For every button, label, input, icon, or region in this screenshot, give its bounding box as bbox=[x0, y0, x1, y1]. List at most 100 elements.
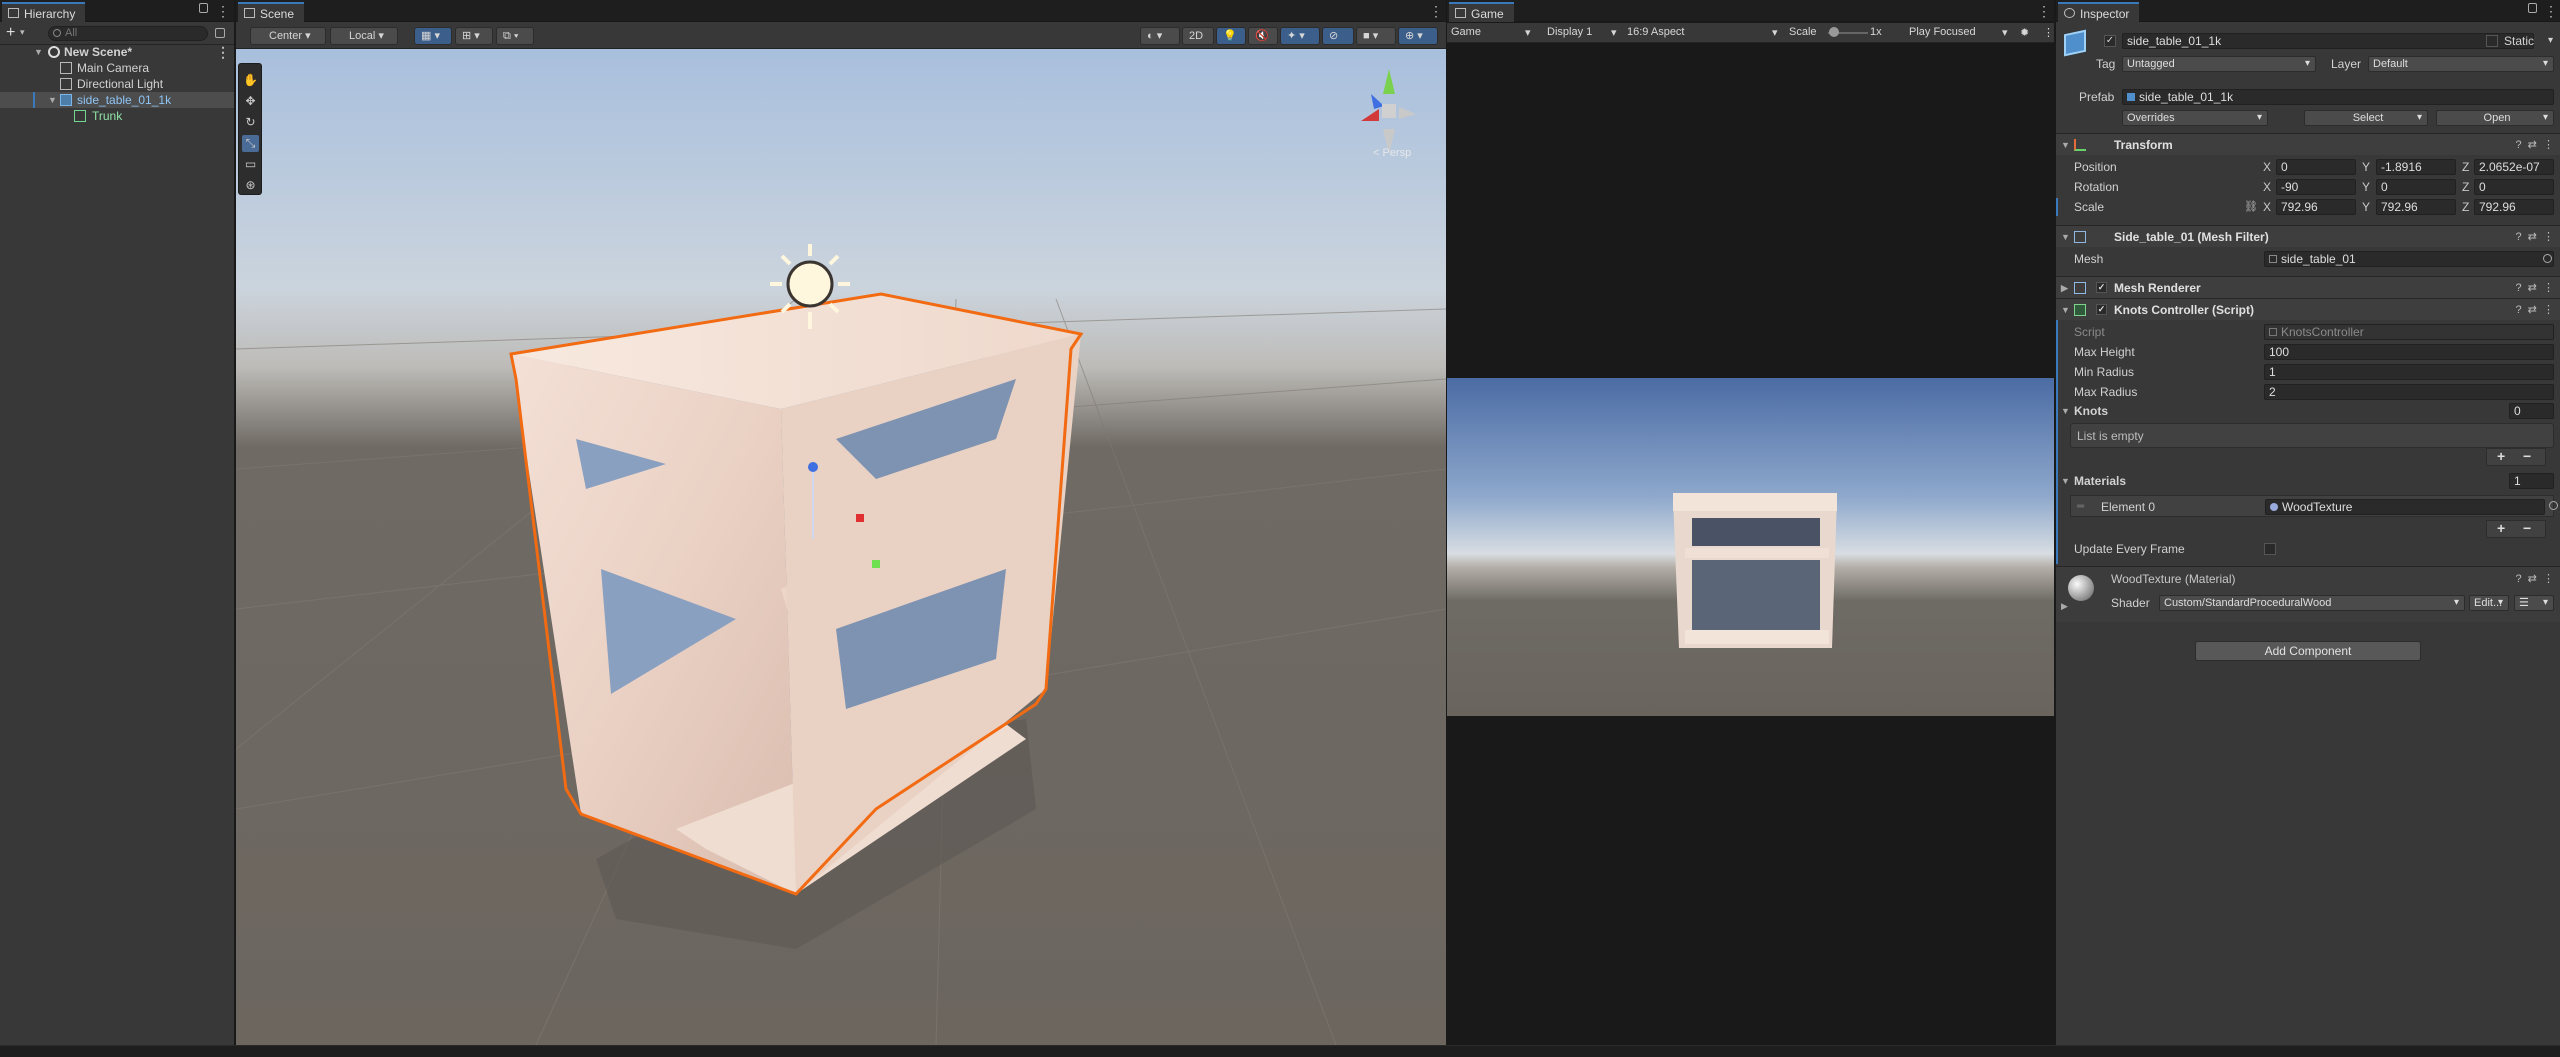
position-z-field[interactable]: 2.0652e-07 bbox=[2474, 159, 2554, 175]
align-button[interactable]: ⧉ ▾ bbox=[496, 27, 534, 45]
object-name-field[interactable]: side_table_01_1k bbox=[2122, 33, 2534, 49]
scale-y-field[interactable]: 792.96 bbox=[2376, 199, 2456, 215]
grid-snapping-button[interactable]: ▦ ▾ bbox=[414, 27, 452, 45]
hierarchy-item-side-table[interactable]: ▼ side_table_01_1k bbox=[0, 92, 234, 108]
position-y-field[interactable]: -1.8916 bbox=[2376, 159, 2456, 175]
mesh-renderer-enabled-checkbox[interactable]: ✓ bbox=[2096, 282, 2107, 293]
transform-tool-icon[interactable]: ⊛ bbox=[242, 177, 259, 194]
mesh-filter-header[interactable]: ▼ Side_table_01 (Mesh Filter) ? ⇄ ⋮ bbox=[2056, 225, 2560, 247]
scene-viewport[interactable]: ✋ ✥ ↻ ⤡ ▭ ⊛ < Persp bbox=[236, 49, 1446, 1045]
tab-hierarchy[interactable]: Hierarchy bbox=[2, 2, 86, 22]
foldout-arrow-icon[interactable]: ▼ bbox=[2061, 226, 2070, 248]
foldout-arrow-icon[interactable]: ▼ bbox=[2061, 134, 2070, 156]
more-menu-icon[interactable]: ⋮ bbox=[216, 3, 230, 20]
component-help-menu-icons[interactable]: ? ⇄ ⋮ bbox=[2515, 226, 2554, 248]
expand-arrow-icon[interactable]: ▼ bbox=[48, 92, 57, 108]
hidden-objects-toggle[interactable]: ⊘ bbox=[1322, 27, 1354, 45]
play-focused-dropdown[interactable]: Play Focused bbox=[1909, 26, 1976, 38]
knots-count-field[interactable]: 0 bbox=[2509, 403, 2554, 419]
more-menu-icon[interactable]: ⋮ bbox=[2037, 3, 2051, 20]
link-icon[interactable]: ⛓ bbox=[2244, 198, 2258, 216]
hierarchy-search-input[interactable]: All bbox=[48, 26, 208, 41]
toggle-2d-button[interactable]: 2D bbox=[1182, 27, 1214, 45]
scale-slider-thumb[interactable] bbox=[1829, 27, 1839, 37]
shader-edit-button[interactable]: Edit... bbox=[2469, 595, 2509, 611]
scale-z-field[interactable]: 792.96 bbox=[2474, 199, 2554, 215]
rotation-z-field[interactable]: 0 bbox=[2474, 179, 2554, 195]
game-view[interactable] bbox=[1447, 378, 2054, 716]
object-picker-icon[interactable] bbox=[2543, 254, 2552, 263]
lock-icon[interactable] bbox=[199, 3, 208, 13]
filter-icon[interactable] bbox=[215, 28, 225, 38]
move-tool-icon[interactable]: ✥ bbox=[242, 93, 259, 110]
active-checkbox[interactable]: ✓ bbox=[2104, 35, 2116, 47]
scale-x-field[interactable]: 792.96 bbox=[2276, 199, 2356, 215]
shader-dropdown[interactable]: Custom/StandardProceduralWood bbox=[2159, 595, 2465, 611]
knots-controller-enabled-checkbox[interactable]: ✓ bbox=[2096, 304, 2107, 315]
prefab-field[interactable]: side_table_01_1k bbox=[2122, 89, 2554, 105]
game-mode-dropdown[interactable]: Game bbox=[1451, 26, 1481, 38]
tab-inspector[interactable]: Inspector bbox=[2058, 2, 2140, 22]
scene-more-icon[interactable]: ⋮ bbox=[216, 44, 230, 60]
add-object-button[interactable]: + bbox=[6, 24, 15, 42]
materials-row[interactable]: ▼ Materials 1 bbox=[2056, 472, 2560, 490]
rotation-y-field[interactable]: 0 bbox=[2376, 179, 2456, 195]
effects-dropdown[interactable]: ✦ ▾ bbox=[1280, 27, 1320, 45]
hierarchy-item-scene[interactable]: ▼ New Scene* ⋮ bbox=[0, 44, 234, 60]
camera-dropdown[interactable]: ■ ▾ bbox=[1356, 27, 1396, 45]
update-every-frame-checkbox[interactable] bbox=[2264, 543, 2276, 555]
stats-icon[interactable]: ✹ bbox=[2020, 26, 2029, 39]
draw-mode-dropdown[interactable]: ◐ ▾ bbox=[1140, 27, 1180, 45]
hierarchy-item-main-camera[interactable]: Main Camera bbox=[0, 60, 234, 76]
more-menu-icon[interactable]: ⋮ bbox=[2544, 3, 2558, 20]
scale-tool-icon[interactable]: ⤡ bbox=[242, 135, 259, 152]
foldout-arrow-icon[interactable]: ▼ bbox=[2061, 472, 2070, 490]
tab-game[interactable]: Game bbox=[1449, 2, 1514, 22]
display-dropdown[interactable]: Display 1 bbox=[1547, 26, 1592, 38]
mesh-field[interactable]: side_table_01 bbox=[2264, 251, 2554, 267]
foldout-arrow-icon[interactable]: ▼ bbox=[2061, 299, 2070, 321]
foldout-arrow-icon[interactable]: ▶ bbox=[2061, 601, 2068, 612]
transform-header[interactable]: ▼ Transform ? ⇄ ⋮ bbox=[2056, 133, 2560, 155]
mesh-renderer-header[interactable]: ▶ ✓ Mesh Renderer ? ⇄ ⋮ bbox=[2056, 276, 2560, 298]
remove-knot-button[interactable]: − bbox=[2523, 448, 2531, 464]
component-help-menu-icons[interactable]: ? ⇄ ⋮ bbox=[2515, 277, 2554, 299]
add-knot-button[interactable]: + bbox=[2497, 448, 2505, 464]
knots-row[interactable]: ▼ Knots 0 bbox=[2056, 402, 2560, 420]
more-menu-icon[interactable]: ⋮ bbox=[1429, 3, 1443, 20]
rect-tool-icon[interactable]: ▭ bbox=[242, 156, 259, 173]
aspect-dropdown[interactable]: 16:9 Aspect bbox=[1627, 26, 1685, 38]
incremental-snap-button[interactable]: ⊞ ▾ bbox=[455, 27, 493, 45]
drag-handle-icon[interactable]: ═ bbox=[2077, 498, 2084, 516]
component-help-menu-icons[interactable]: ? ⇄ ⋮ bbox=[2515, 572, 2554, 585]
max-radius-field[interactable]: 2 bbox=[2264, 384, 2554, 400]
foldout-arrow-icon[interactable]: ▼ bbox=[2061, 402, 2070, 420]
hierarchy-item-trunk[interactable]: Trunk bbox=[0, 108, 234, 124]
audio-toggle[interactable]: 🔇 bbox=[1248, 27, 1278, 45]
object-picker-icon[interactable] bbox=[2549, 501, 2558, 510]
rotation-x-field[interactable]: -90 bbox=[2276, 179, 2356, 195]
orientation-gizmo[interactable] bbox=[1361, 69, 1416, 154]
tab-scene[interactable]: Scene bbox=[238, 2, 305, 22]
remove-material-button[interactable]: − bbox=[2523, 520, 2531, 536]
space-dropdown[interactable]: Local ▾ bbox=[330, 27, 398, 45]
hand-tool-icon[interactable]: ✋ bbox=[242, 72, 259, 89]
select-button[interactable]: Select bbox=[2304, 110, 2428, 126]
position-x-field[interactable]: 0 bbox=[2276, 159, 2356, 175]
tag-dropdown[interactable]: Untagged bbox=[2122, 56, 2316, 72]
foldout-arrow-icon[interactable]: ▶ bbox=[2061, 277, 2068, 299]
shader-menu-button[interactable]: ☰ bbox=[2514, 595, 2554, 611]
component-help-menu-icons[interactable]: ? ⇄ ⋮ bbox=[2515, 299, 2554, 321]
hierarchy-item-directional-light[interactable]: Directional Light bbox=[0, 76, 234, 92]
projection-label[interactable]: < Persp bbox=[1373, 147, 1411, 159]
open-button[interactable]: Open bbox=[2436, 110, 2554, 126]
more-options-icon[interactable]: ⋮ bbox=[2043, 26, 2054, 39]
static-checkbox[interactable] bbox=[2486, 35, 2498, 47]
lock-icon[interactable] bbox=[2528, 3, 2537, 13]
expand-arrow-icon[interactable]: ▼ bbox=[34, 44, 43, 60]
rotate-tool-icon[interactable]: ↻ bbox=[242, 114, 259, 131]
max-height-field[interactable]: 100 bbox=[2264, 344, 2554, 360]
gizmos-dropdown[interactable]: ⊕ ▾ bbox=[1398, 27, 1438, 45]
static-dropdown-icon[interactable]: ▾ bbox=[2548, 32, 2553, 50]
overrides-dropdown[interactable]: Overrides bbox=[2122, 110, 2268, 126]
